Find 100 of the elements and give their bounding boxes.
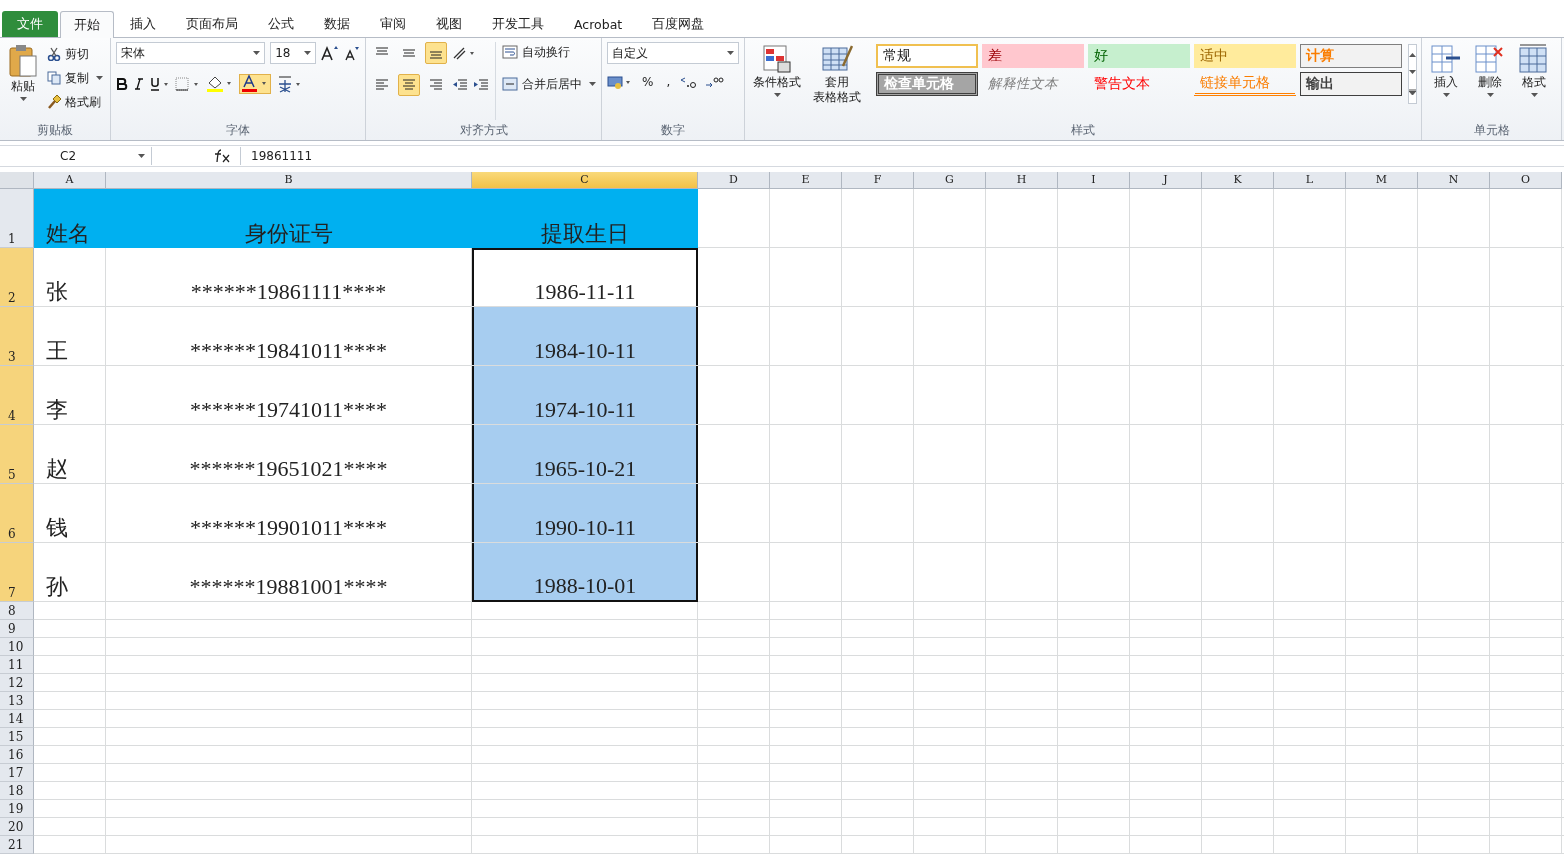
row-header[interactable]: 2 (0, 248, 34, 307)
row-header[interactable]: 16 (0, 746, 34, 764)
name-box[interactable]: C2 (0, 147, 152, 165)
cell-style-button[interactable]: 适中 (1194, 44, 1296, 68)
row-header[interactable]: 3 (0, 307, 34, 366)
column-header[interactable]: I (1058, 172, 1130, 189)
caret-icon[interactable] (304, 50, 311, 56)
cut-button[interactable]: 剪切 (47, 44, 103, 64)
delete-button[interactable]: 删除 (1471, 42, 1509, 120)
function-icon[interactable] (212, 149, 232, 163)
row-header[interactable]: 12 (0, 674, 34, 692)
grow-font-icon[interactable] (321, 45, 339, 61)
column-header[interactable]: F (842, 172, 914, 189)
ribbon-tab[interactable]: 数据 (310, 11, 364, 37)
column-header[interactable]: H (986, 172, 1058, 189)
column-header[interactable]: D (698, 172, 770, 189)
caret-icon[interactable] (727, 50, 734, 56)
wrap-text-button[interactable]: 自动换行 (502, 42, 596, 62)
column-header[interactable]: J (1130, 172, 1202, 189)
row-header[interactable]: 13 (0, 692, 34, 710)
row-header[interactable]: 7 (0, 543, 34, 602)
file-tab[interactable]: 文件 (2, 11, 58, 37)
copy-button[interactable]: 复制 (47, 68, 103, 88)
column-header[interactable]: K (1202, 172, 1274, 189)
insert-button[interactable]: 插入 (1427, 42, 1465, 120)
decrease-indent-icon[interactable] (452, 78, 468, 92)
caret-icon[interactable] (589, 81, 596, 87)
number-format-dropdown[interactable]: 自定义 (607, 42, 739, 64)
row-header[interactable]: 19 (0, 800, 34, 818)
row-header[interactable]: 21 (0, 836, 34, 854)
caret-icon[interactable] (1442, 93, 1450, 98)
scroll-up-icon[interactable] (1409, 51, 1416, 57)
border-icon[interactable] (175, 77, 201, 91)
column-header[interactable]: L (1274, 172, 1346, 189)
merge-center-button[interactable]: 合并后居中 (502, 74, 596, 94)
format-painter-button[interactable]: 格式刷 (47, 92, 103, 112)
gallery-scrollbar[interactable] (1408, 44, 1417, 104)
row-header[interactable]: 5 (0, 425, 34, 484)
ribbon-tab[interactable]: 插入 (116, 11, 170, 37)
row-header[interactable]: 8 (0, 602, 34, 620)
ribbon-tab[interactable]: 公式 (254, 11, 308, 37)
cell-style-button[interactable]: 输出 (1300, 72, 1402, 96)
row-header[interactable]: 9 (0, 620, 34, 638)
ribbon-tab[interactable]: 审阅 (366, 11, 420, 37)
paste-button[interactable]: 粘贴 (5, 42, 41, 120)
column-header[interactable]: B (106, 172, 472, 189)
format-as-table-button[interactable]: 套用 表格格式 (810, 42, 864, 120)
column-header[interactable]: G (914, 172, 986, 189)
ribbon-tab[interactable]: Acrobat (560, 11, 637, 37)
ribbon-tab[interactable]: 百度网盘 (638, 11, 719, 37)
row-header[interactable]: 20 (0, 818, 34, 836)
row-header[interactable]: 6 (0, 484, 34, 543)
more-icon[interactable] (1409, 89, 1416, 97)
ribbon-tab[interactable]: 开始 (60, 11, 114, 38)
row-header[interactable]: 1 (0, 189, 34, 248)
bold-icon[interactable] (116, 77, 128, 91)
format-button[interactable]: 格式 (1515, 42, 1553, 120)
row-header[interactable]: 4 (0, 366, 34, 425)
caret-icon[interactable] (1530, 93, 1538, 98)
column-header[interactable]: C (472, 172, 698, 189)
caret-icon[interactable] (96, 75, 103, 81)
ribbon-tab[interactable]: 页面布局 (172, 11, 252, 37)
shrink-font-icon[interactable] (344, 45, 360, 61)
column-header[interactable]: M (1346, 172, 1418, 189)
row-header[interactable]: 15 (0, 728, 34, 746)
font-color-icon[interactable] (239, 74, 271, 94)
caret-icon[interactable] (253, 50, 261, 56)
column-header[interactable]: A (34, 172, 106, 189)
italic-icon[interactable] (133, 77, 145, 91)
cell-style-button[interactable]: 警告文本 (1088, 72, 1190, 96)
percent-style-button[interactable]: % (638, 75, 658, 89)
column-header[interactable]: O (1490, 172, 1562, 189)
conditional-formatting-button[interactable]: 条件格式 (750, 42, 804, 120)
row-header[interactable]: 11 (0, 656, 34, 674)
cell-style-button[interactable]: 常规 (876, 44, 978, 68)
underline-icon[interactable] (150, 77, 170, 91)
column-header[interactable]: E (770, 172, 842, 189)
column-header[interactable]: N (1418, 172, 1490, 189)
font-name-dropdown[interactable]: 宋体 (116, 42, 266, 64)
cell-style-button[interactable]: 差 (982, 44, 1084, 68)
row-header[interactable]: 18 (0, 782, 34, 800)
row-header[interactable]: 10 (0, 638, 34, 656)
row-header[interactable]: 14 (0, 710, 34, 728)
currency-icon[interactable] (607, 74, 633, 90)
row-header[interactable]: 17 (0, 764, 34, 782)
scroll-down-icon[interactable] (1409, 70, 1416, 76)
cell-style-button[interactable]: 好 (1088, 44, 1190, 68)
decrease-decimal-icon[interactable] (704, 75, 725, 89)
fill-color-icon[interactable] (206, 75, 234, 93)
comma-style-button[interactable]: , (662, 75, 675, 89)
vertical-align-button[interactable] (425, 42, 447, 64)
caret-icon[interactable] (19, 97, 27, 102)
caret-icon[interactable] (1486, 93, 1494, 98)
caret-icon[interactable] (773, 93, 781, 98)
horizontal-align-button[interactable] (398, 74, 420, 96)
ribbon-tab[interactable]: 开发工具 (478, 11, 558, 37)
increase-indent-icon[interactable] (473, 78, 489, 92)
cell-style-button[interactable]: 解释性文本 (982, 72, 1084, 96)
formula-field[interactable]: 19861111 (240, 147, 1564, 165)
font-size-dropdown[interactable]: 18 (270, 42, 316, 64)
